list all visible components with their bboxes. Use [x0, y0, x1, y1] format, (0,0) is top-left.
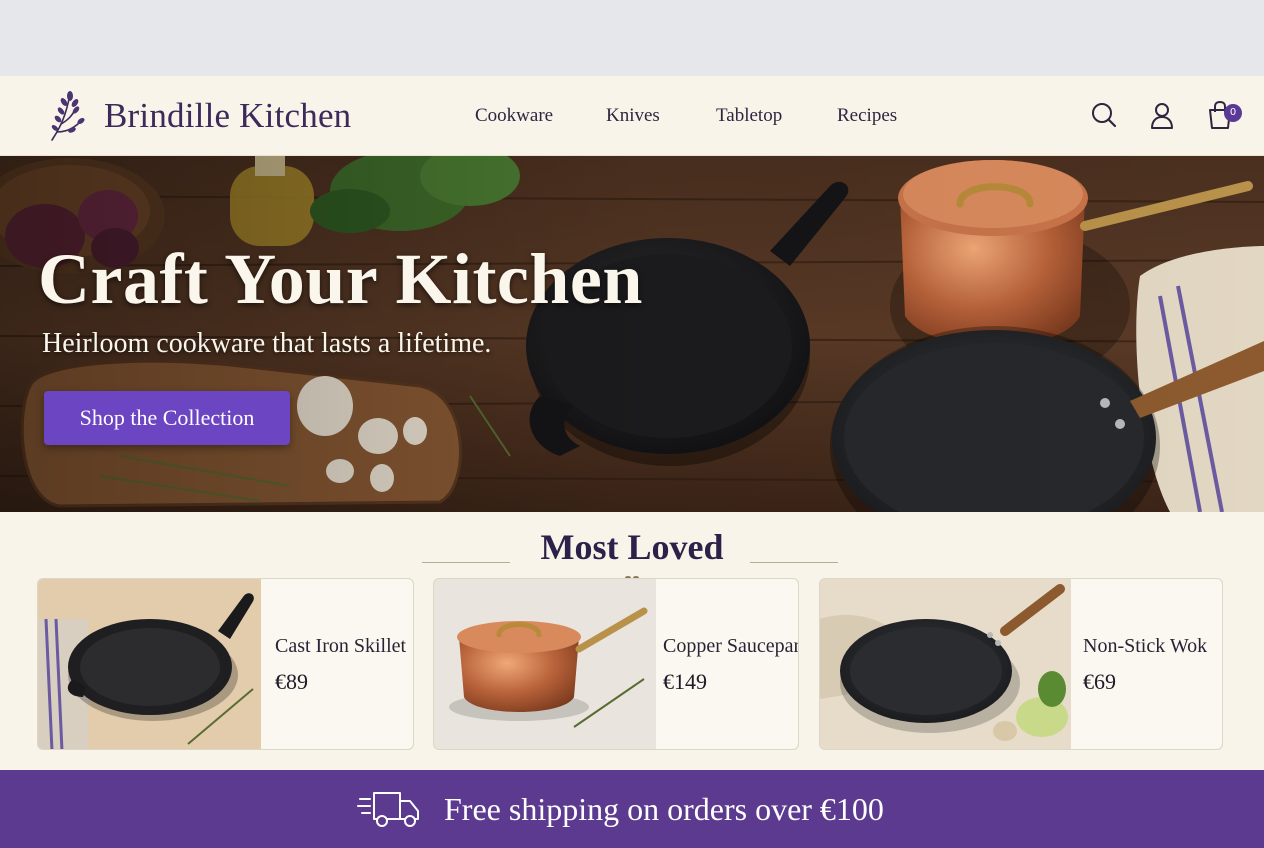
shipping-text: Free shipping on orders over €100	[444, 790, 884, 827]
browser-chrome	[0, 0, 1264, 76]
brand-name[interactable]: Brindille Kitchen	[104, 96, 351, 136]
shipping-banner: Free shipping on orders over €100	[0, 770, 1264, 848]
nav-link-tabletop[interactable]: Tabletop	[716, 105, 782, 127]
hero-subtitle: Heirloom cookware that lasts a lifetime.	[42, 328, 492, 359]
non-stick-wok-image	[820, 579, 1071, 749]
divider-right	[750, 562, 838, 563]
user-icon	[1151, 103, 1173, 129]
product-card-copper-saucepan[interactable]: Copper Saucepan €149	[433, 578, 799, 750]
section-heading: Most Loved	[0, 526, 1264, 584]
site-header: Brindille Kitchen Cookware Knives Tablet…	[0, 76, 1264, 156]
product-name[interactable]: Non-Stick Wok	[1083, 635, 1207, 658]
nav-link-knives[interactable]: Knives	[606, 105, 660, 127]
product-price: €89	[275, 669, 308, 694]
brand-logo[interactable]: Brindille Kitchen	[46, 88, 351, 144]
delivery-truck-icon	[357, 792, 419, 827]
cart-count-badge: 0	[1224, 104, 1242, 122]
search-button[interactable]	[1090, 100, 1118, 130]
hero-banner: Craft Your Kitchen Heirloom cookware tha…	[0, 156, 1264, 512]
product-price: €69	[1083, 669, 1116, 694]
account-button[interactable]	[1148, 100, 1176, 130]
herb-sprig-icon	[51, 91, 85, 141]
banner-content: Free shipping on orders over €100	[356, 782, 884, 836]
search-icon	[1092, 103, 1117, 128]
copper-saucepan-image	[434, 579, 656, 749]
section-title: Most Loved	[540, 527, 724, 567]
most-loved-section: Most Loved Cast Iron Skillet €89 Copper …	[0, 512, 1264, 770]
product-list: Cast Iron Skillet €89 Copper Saucepan €1…	[0, 578, 1264, 750]
cart-button[interactable]: 0	[1206, 100, 1242, 130]
product-card-non-stick-wok[interactable]: Non-Stick Wok €69	[819, 578, 1223, 750]
product-name[interactable]: Cast Iron Skillet	[275, 635, 406, 658]
nav-link-recipes[interactable]: Recipes	[837, 105, 897, 127]
product-name[interactable]: Copper Saucepan	[663, 635, 798, 658]
cast-iron-skillet-image	[38, 579, 261, 749]
header-actions: 0	[1090, 100, 1242, 130]
hero-title: Craft Your Kitchen	[38, 239, 643, 319]
product-card-cast-iron-skillet[interactable]: Cast Iron Skillet €89	[37, 578, 414, 750]
nav-link-cookware[interactable]: Cookware	[475, 105, 553, 127]
shop-collection-button[interactable]: Shop the Collection	[44, 391, 290, 445]
product-price: €149	[663, 669, 707, 694]
